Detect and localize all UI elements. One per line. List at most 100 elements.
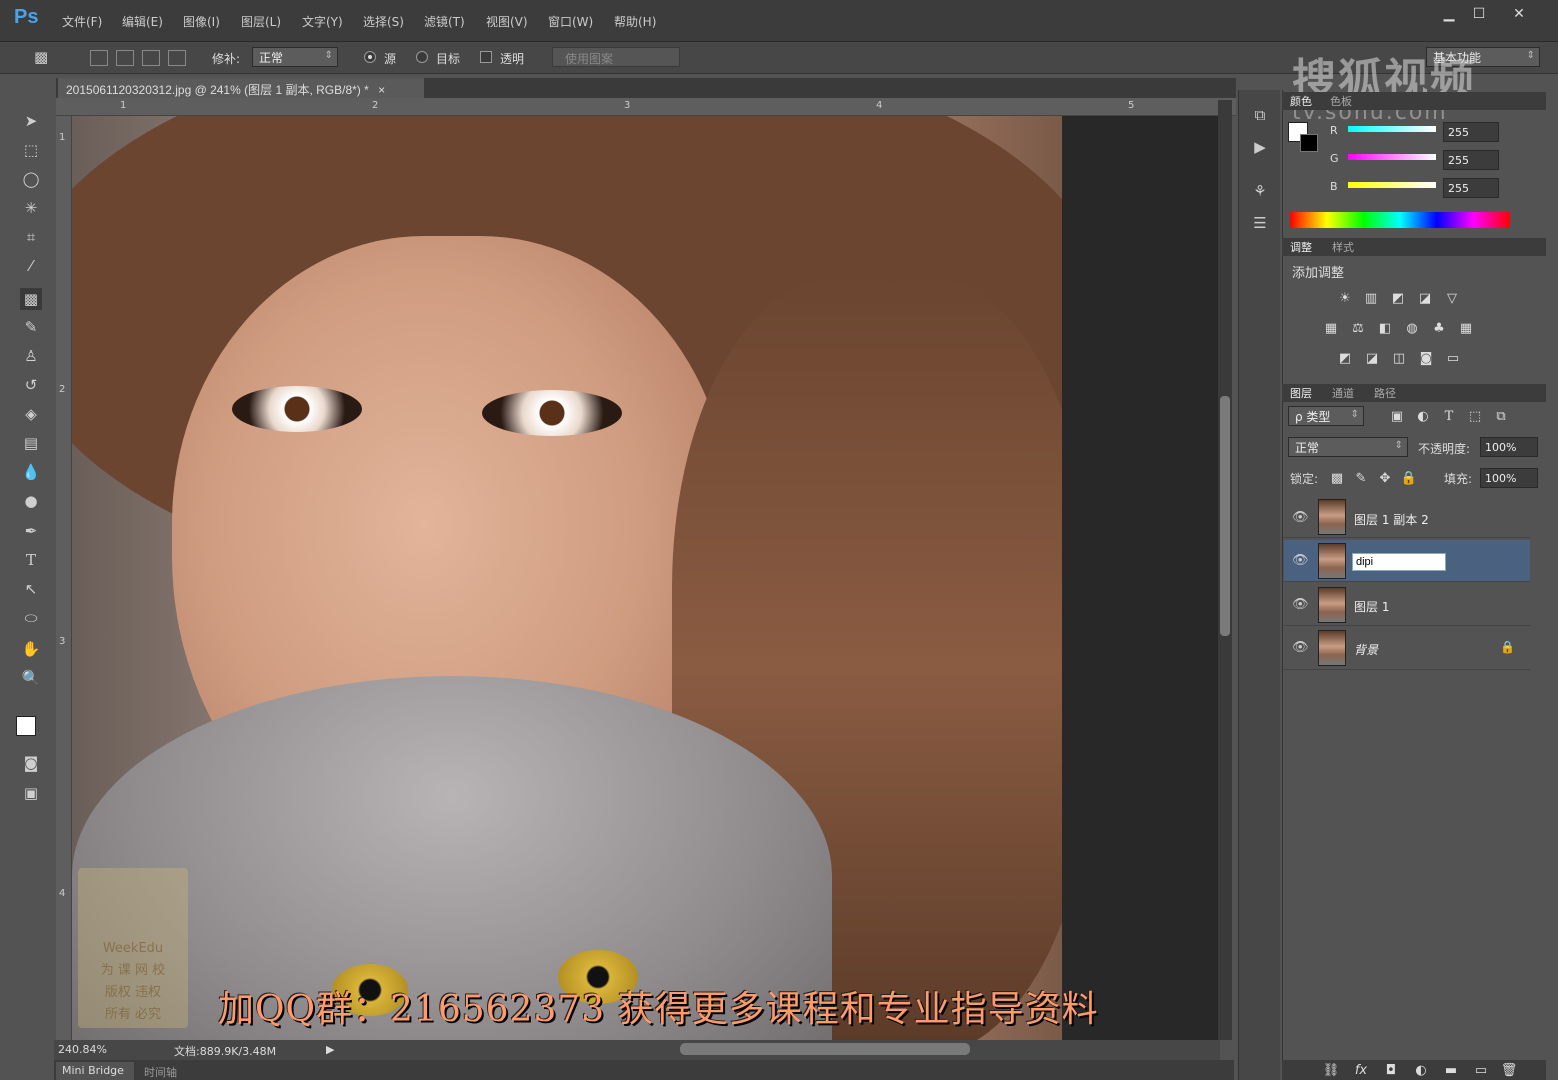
tab-color[interactable]: 颜色 <box>1290 93 1312 109</box>
actions-play-icon[interactable]: ▶ <box>1250 138 1270 158</box>
patch-tool-icon[interactable]: ▩ <box>34 48 54 68</box>
lock-position-icon[interactable]: ✥ <box>1376 470 1394 488</box>
posterize-icon[interactable]: ◪ <box>1363 350 1381 368</box>
menu-filter[interactable]: 滤镜(T) <box>424 13 465 30</box>
hue-saturation-icon[interactable]: ▦ <box>1322 320 1340 338</box>
vertical-scroll-thumb[interactable] <box>1220 396 1230 636</box>
link-layers-icon[interactable]: ⛓ <box>1322 1062 1340 1080</box>
opacity-value[interactable]: 100% <box>1480 437 1538 457</box>
channel-r-value[interactable]: 255 <box>1443 122 1499 142</box>
fill-value[interactable]: 100% <box>1480 468 1538 488</box>
menu-type[interactable]: 文字(Y) <box>302 13 343 30</box>
gradient-tool-icon[interactable]: ▤ <box>20 432 42 454</box>
menu-image[interactable]: 图像(I) <box>183 13 220 30</box>
tab-mini-bridge[interactable]: Mini Bridge <box>56 1062 134 1080</box>
invert-icon[interactable]: ◩ <box>1336 350 1354 368</box>
channel-r-slider[interactable] <box>1348 126 1436 132</box>
properties-icon[interactable]: ☰ <box>1250 214 1270 234</box>
tab-paths[interactable]: 路径 <box>1374 385 1396 401</box>
stamp-tool-icon[interactable]: ♙ <box>20 345 42 367</box>
quick-mask-icon[interactable]: ◙ <box>20 752 42 774</box>
menu-layer[interactable]: 图层(L) <box>241 13 281 30</box>
levels-adjust-icon[interactable]: ▥ <box>1362 290 1380 308</box>
channel-b-value[interactable]: 255 <box>1443 178 1499 198</box>
eraser-tool-icon[interactable]: ◈ <box>20 403 42 425</box>
layer-filter-select[interactable]: ρ 类型 <box>1288 406 1364 426</box>
eye-icon[interactable]: 👁 <box>1292 510 1309 525</box>
filter-smart-object-icon[interactable]: ⧉ <box>1492 408 1510 426</box>
lasso-tool-icon[interactable]: ◯ <box>20 168 42 190</box>
document-tab-close-icon[interactable]: × <box>378 83 385 97</box>
hand-tool-icon[interactable]: ✋ <box>20 638 42 660</box>
healing-brush-icon[interactable]: ▩ <box>20 288 42 310</box>
blur-tool-icon[interactable]: 💧 <box>20 461 42 483</box>
tab-timeline[interactable]: 时间轴 <box>144 1064 177 1080</box>
history-icon[interactable]: ⧉ <box>1250 106 1270 126</box>
filter-type-icon[interactable]: T <box>1440 408 1458 426</box>
marquee-tool-icon[interactable]: ⬚ <box>20 139 42 161</box>
new-selection-icon[interactable] <box>90 50 108 66</box>
channel-mixer-icon[interactable]: ♣ <box>1430 320 1448 338</box>
status-menu-arrow-icon[interactable]: ▶ <box>326 1043 334 1056</box>
color-spectrum-bar[interactable] <box>1290 212 1510 228</box>
lock-transparent-icon[interactable]: ▩ <box>1328 470 1346 488</box>
magic-wand-icon[interactable]: ✳ <box>20 197 42 219</box>
layer-name[interactable]: 图层 1 <box>1354 598 1389 615</box>
layer-style-icon[interactable]: fx <box>1352 1062 1370 1080</box>
menu-window[interactable]: 窗口(W) <box>548 13 593 30</box>
layer-name-background[interactable]: 背景 <box>1354 641 1378 658</box>
channel-g-value[interactable]: 255 <box>1443 150 1499 170</box>
add-selection-icon[interactable] <box>116 50 134 66</box>
add-mask-icon[interactable]: ◘ <box>1382 1062 1400 1080</box>
gradient-map-icon[interactable]: ◙ <box>1417 350 1435 368</box>
delete-layer-icon[interactable]: 🗑 <box>1500 1062 1518 1080</box>
filter-pixel-icon[interactable]: ▣ <box>1388 408 1406 426</box>
tab-layers[interactable]: 图层 <box>1290 385 1312 401</box>
photo-filter-icon[interactable]: ◍ <box>1403 320 1421 338</box>
eyedropper-icon[interactable]: ⁄ <box>20 255 42 277</box>
curves-adjust-icon[interactable]: ◩ <box>1389 290 1407 308</box>
layer-rename-input[interactable] <box>1352 553 1446 571</box>
lock-all-icon[interactable]: 🔒 <box>1400 470 1418 488</box>
black-white-icon[interactable]: ◧ <box>1376 320 1394 338</box>
target-radio[interactable] <box>416 51 428 63</box>
source-radio[interactable] <box>364 51 376 63</box>
patch-mode-select[interactable]: 正常 <box>252 47 338 67</box>
tab-swatches[interactable]: 色板 <box>1330 93 1352 109</box>
channel-b-slider[interactable] <box>1348 182 1436 188</box>
move-tool-icon[interactable]: ➤ <box>20 110 42 132</box>
screen-mode-icon[interactable]: ▣ <box>20 782 42 804</box>
menu-help[interactable]: 帮助(H) <box>614 13 656 30</box>
layer-name[interactable]: 图层 1 副本 2 <box>1354 511 1429 528</box>
use-pattern-button[interactable]: 使用图案 <box>552 47 680 67</box>
minimize-button[interactable]: ▁ <box>1436 6 1462 26</box>
close-button[interactable]: ✕ <box>1506 6 1532 26</box>
canvas-area[interactable]: WeekEdu 为 课 网 校 版权 违权 所有 必究 加QQ群：2165623… <box>72 116 1220 1040</box>
threshold-icon[interactable]: ◫ <box>1390 350 1408 368</box>
document-tab[interactable]: 2015061120320312.jpg @ 241% (图层 1 副本, RG… <box>58 78 424 98</box>
selective-color-icon[interactable]: ▭ <box>1444 350 1462 368</box>
dodge-tool-icon[interactable]: ● <box>20 490 42 512</box>
menu-file[interactable]: 文件(F) <box>62 13 102 30</box>
history-brush-icon[interactable]: ↺ <box>20 374 42 396</box>
type-tool-icon[interactable]: T <box>20 549 42 571</box>
pen-tool-icon[interactable]: ✒ <box>20 520 42 542</box>
zoom-tool-icon[interactable]: 🔍 <box>20 667 42 689</box>
menu-select[interactable]: 选择(S) <box>363 13 404 30</box>
foreground-color-swatch[interactable] <box>16 716 36 736</box>
transparent-checkbox[interactable] <box>480 51 492 63</box>
shape-tool-icon[interactable]: ⬭ <box>20 607 42 629</box>
document-image[interactable]: WeekEdu 为 课 网 校 版权 违权 所有 必究 <box>72 116 1062 1040</box>
brightness-adjust-icon[interactable]: ☀ <box>1336 290 1354 308</box>
tab-channels[interactable]: 通道 <box>1332 385 1354 401</box>
color-balance-icon[interactable]: ⚖ <box>1349 320 1367 338</box>
crop-tool-icon[interactable]: ⌗ <box>20 226 42 248</box>
brush-tool-icon[interactable]: ✎ <box>20 316 42 338</box>
filter-adjustment-icon[interactable]: ◐ <box>1414 408 1432 426</box>
path-select-icon[interactable]: ↖ <box>20 578 42 600</box>
subtract-selection-icon[interactable] <box>142 50 160 66</box>
maximize-button[interactable]: ☐ <box>1466 6 1492 26</box>
new-adjustment-layer-icon[interactable]: ◐ <box>1412 1062 1430 1080</box>
menu-edit[interactable]: 编辑(E) <box>122 13 163 30</box>
eye-icon[interactable]: 👁 <box>1292 597 1309 612</box>
